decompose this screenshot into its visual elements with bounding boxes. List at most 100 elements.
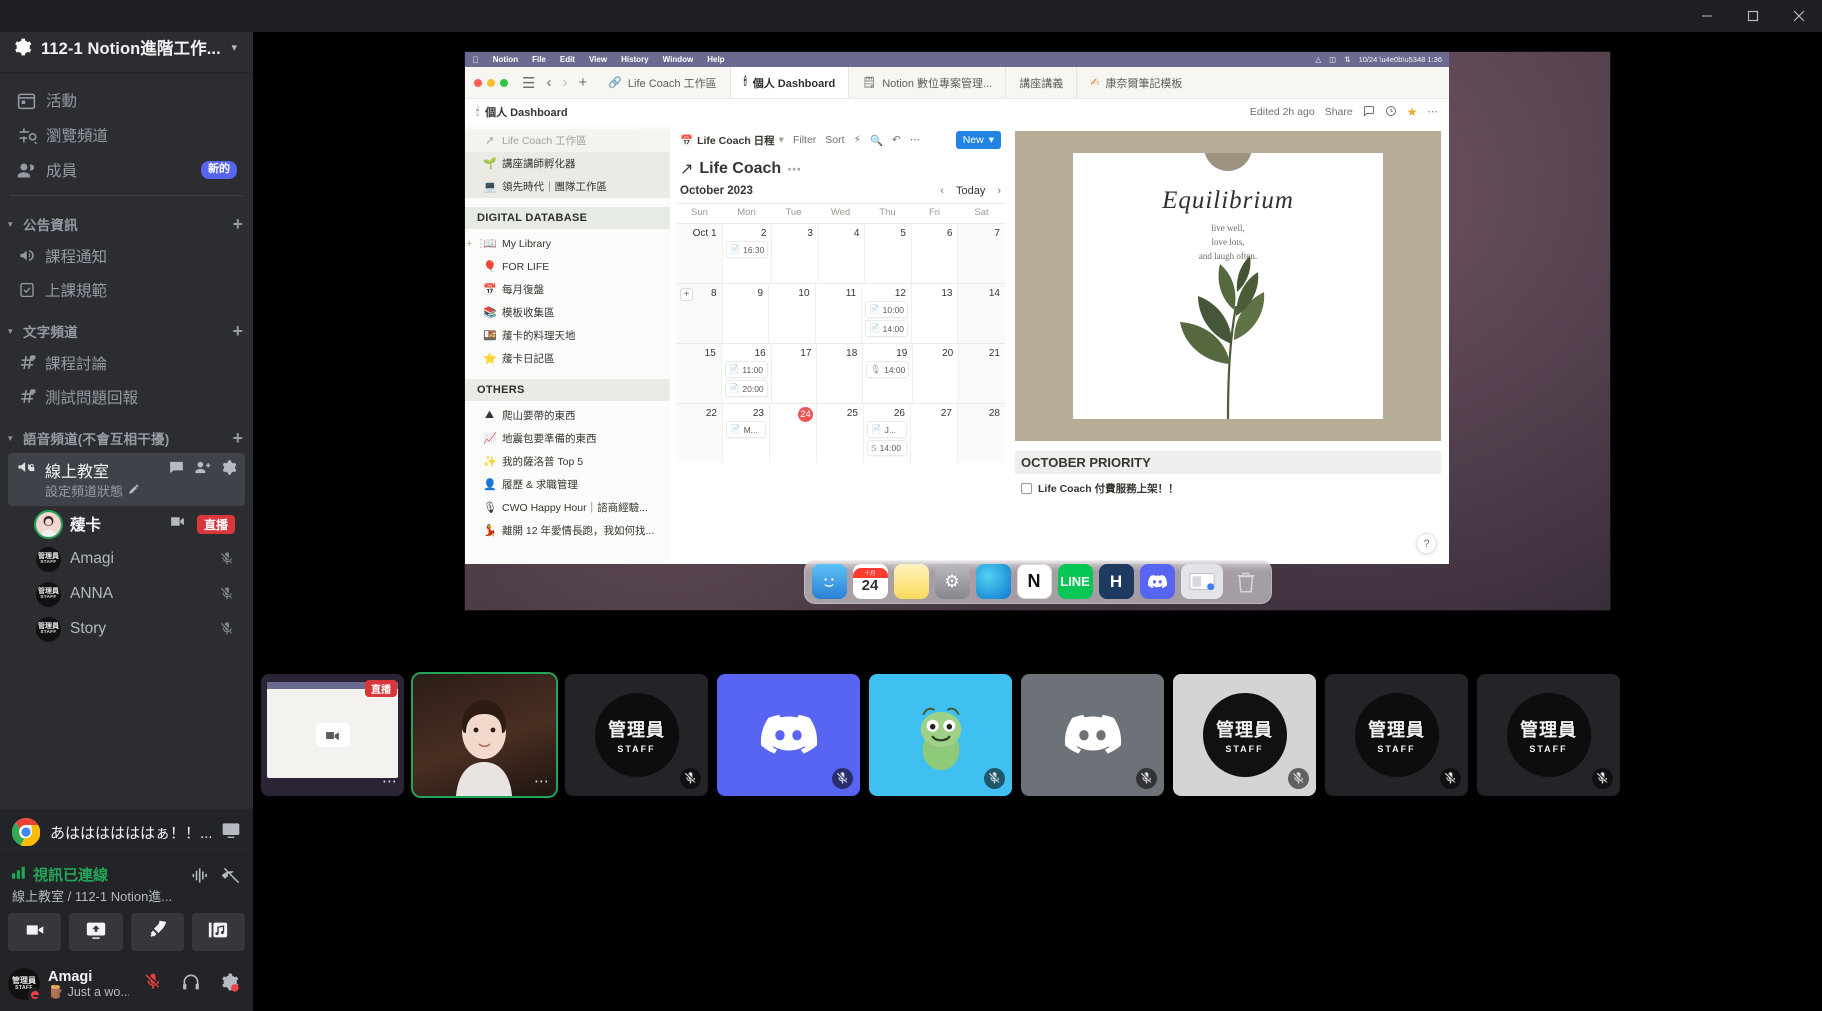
calendar-day-cell[interactable]: 3: [772, 224, 819, 283]
notion-tab-3[interactable]: 講座講義: [1006, 67, 1078, 98]
filter-button[interactable]: Filter: [793, 134, 816, 146]
screenshare-button[interactable]: [69, 913, 123, 951]
close-button[interactable]: [1776, 0, 1822, 32]
screen-share-thumbnail-tile[interactable]: 直播 ⋯: [261, 674, 404, 796]
participant-tile[interactable]: 管理員 STAFF: [1477, 674, 1620, 796]
calendar-day-cell[interactable]: 27: [911, 404, 958, 463]
calendar-day-cell[interactable]: 6: [912, 224, 959, 283]
calendar-event[interactable]: 📄 20:00: [724, 380, 768, 397]
notion-page-item-0[interactable]: 🌱 講座講師孵化器: [465, 152, 670, 175]
user-status[interactable]: 🪵 Just a wo...: [48, 985, 129, 1000]
menu-view[interactable]: View: [589, 55, 607, 64]
notion-page-monthly-review[interactable]: 📅 每月復盤: [465, 278, 670, 301]
calendar-event[interactable]: 📄 J...: [867, 421, 907, 438]
calendar-event[interactable]: 📄 16:30: [725, 241, 769, 258]
calendar-day-cell[interactable]: 9: [723, 284, 770, 343]
voice-member-amagi[interactable]: 管理員 STAFF Amagi: [8, 542, 245, 576]
forward-icon[interactable]: ›: [562, 74, 567, 91]
notion-tab-2[interactable]: 🗒 Notion 數位專案管理...: [849, 67, 1007, 98]
participant-tile[interactable]: 管理員 STAFF: [1325, 674, 1468, 796]
channel-course-discussion[interactable]: 課程討論: [8, 346, 245, 379]
discord-icon[interactable]: [1139, 564, 1175, 599]
notion-page-cwo-happy-hour[interactable]: 🎙 CWO Happy Hour｜諮商經驗...: [465, 496, 670, 519]
minimize-icon[interactable]: [487, 78, 495, 87]
notion-page-cooking[interactable]: 🍱 蕿卡的料理天地: [465, 324, 670, 347]
noise-suppression-icon[interactable]: [191, 866, 210, 890]
participant-tile[interactable]: [869, 674, 1012, 796]
category-text-channels[interactable]: ▾ 文字頻道 +: [0, 307, 253, 345]
more-options-icon[interactable]: ⋯: [910, 134, 921, 146]
notion-page-templates[interactable]: 📚 模板收集區: [465, 301, 670, 324]
menu-help[interactable]: Help: [707, 55, 724, 64]
next-month-icon[interactable]: ›: [997, 185, 1001, 197]
user-name[interactable]: Amagi: [48, 969, 129, 985]
channel-settings-icon[interactable]: [220, 459, 237, 481]
calendar-day-cell[interactable]: 25: [817, 404, 864, 463]
calendar-event[interactable]: 📄 11:00: [724, 361, 768, 378]
calendar-day-cell[interactable]: 10: [769, 284, 816, 343]
calendar-day-cell[interactable]: 20: [913, 344, 960, 403]
zoom-icon[interactable]: [500, 78, 508, 87]
calendar-event[interactable]: 🎙 14:00: [866, 361, 910, 378]
more-options-icon[interactable]: ⋯: [382, 772, 397, 790]
edge-icon[interactable]: [975, 564, 1011, 599]
calendar-event[interactable]: 📄 10:00: [865, 301, 908, 318]
notion-page-my-library[interactable]: + ⋮⋮ 📖 My Library: [465, 232, 670, 255]
maximize-button[interactable]: [1730, 0, 1776, 32]
channel-course-notice[interactable]: 課程通知: [8, 239, 245, 272]
voice-channel-online-classroom[interactable]: 線上教室 設定頻道狀態: [8, 453, 245, 506]
calendar-day-cell[interactable]: 24: [770, 404, 817, 463]
calendar-day-cell[interactable]: 22: [676, 404, 723, 463]
voice-member-anna[interactable]: 管理員 STAFF ANNA: [8, 577, 245, 611]
new-button[interactable]: New ▾: [955, 131, 1001, 149]
add-channel-icon[interactable]: +: [232, 322, 243, 340]
participant-tile[interactable]: 管理員 STAFF: [1173, 674, 1316, 796]
calendar-day-cell[interactable]: 14: [958, 284, 1005, 343]
user-settings-button[interactable]: [213, 968, 245, 1000]
edit-pencil-icon[interactable]: [128, 482, 140, 500]
calendar-day-cell[interactable]: 2 📄 16:30: [723, 224, 773, 283]
more-options-icon[interactable]: ⋯: [534, 772, 549, 790]
search-icon[interactable]: 🔍: [870, 134, 883, 147]
avatar[interactable]: 管理員 STAFF: [8, 968, 42, 1002]
menu-app-name[interactable]: Notion: [493, 55, 518, 64]
calendar-day-cell[interactable]: 16 📄 11:00 📄 20:00: [722, 344, 772, 403]
back-icon[interactable]: ‹: [546, 74, 551, 91]
menu-history[interactable]: History: [621, 55, 649, 64]
activity-status-row[interactable]: あははははははぁ！！...: [0, 809, 253, 855]
category-voice-channels[interactable]: ▾ 語音頻道(不會互相干擾) +: [0, 414, 253, 452]
settings-icon[interactable]: ⚙: [934, 564, 970, 599]
notion-page-resume[interactable]: 👤 履歷 & 求職管理: [465, 473, 670, 496]
voice-member-story[interactable]: 管理員 STAFF Story: [8, 612, 245, 646]
calendar-day-cell[interactable]: 17: [772, 344, 818, 403]
add-channel-icon[interactable]: +: [232, 429, 243, 447]
more-options-icon[interactable]: ⋯: [1428, 106, 1439, 118]
minimize-button[interactable]: [1684, 0, 1730, 32]
menu-edit[interactable]: Edit: [560, 55, 575, 64]
notion-tab-1[interactable]: 🕯 個人 Dashboard: [730, 67, 850, 98]
calendar-day-cell[interactable]: 18: [817, 344, 864, 403]
notion-page-earthquake-kit[interactable]: 📈 地震包要準備的東西: [465, 427, 670, 450]
notion-page-for-life[interactable]: 🎈 FOR LIFE: [465, 255, 670, 278]
notion-page-diary[interactable]: ⭐ 蕿卡日記區: [465, 347, 670, 370]
prev-month-icon[interactable]: ‹: [940, 185, 944, 197]
deafen-button[interactable]: [175, 968, 207, 1000]
notion-page-hiking[interactable]: ⛰ 爬山要帶的東西: [465, 404, 670, 427]
voice-status-prompt[interactable]: 設定頻道狀態: [45, 481, 123, 500]
notion-page-long-run[interactable]: 💃 離開 12 年愛情長跑，我如何找...: [465, 519, 670, 542]
calendar-day-cell[interactable]: 12 📄 10:00 📄 14:00: [862, 284, 912, 343]
sidebar-item-browse-channels[interactable]: 瀏覽頻道: [8, 118, 245, 152]
screen-expand-icon[interactable]: [221, 820, 241, 845]
calendar-day-cell[interactable]: 11: [816, 284, 863, 343]
calendar-day-cell[interactable]: 7: [958, 224, 1005, 283]
calendar-day-cell[interactable]: 19 🎙 14:00: [863, 344, 914, 403]
add-channel-icon[interactable]: +: [232, 215, 243, 233]
checkbox-icon[interactable]: [1021, 483, 1032, 494]
mac-traffic-lights[interactable]: [465, 67, 518, 98]
disconnect-call-icon[interactable]: [222, 866, 241, 890]
calendar-day-cell[interactable]: 28: [958, 404, 1005, 463]
notion-tab-0[interactable]: 🔗 Life Coach 工作區: [595, 67, 731, 98]
voice-member-luoka[interactable]: 蕿卡 直播: [8, 507, 245, 541]
automation-icon[interactable]: ⚡: [854, 134, 861, 146]
screen-share-viewer[interactable]:  Notion File Edit View History Window H…: [253, 0, 1822, 662]
